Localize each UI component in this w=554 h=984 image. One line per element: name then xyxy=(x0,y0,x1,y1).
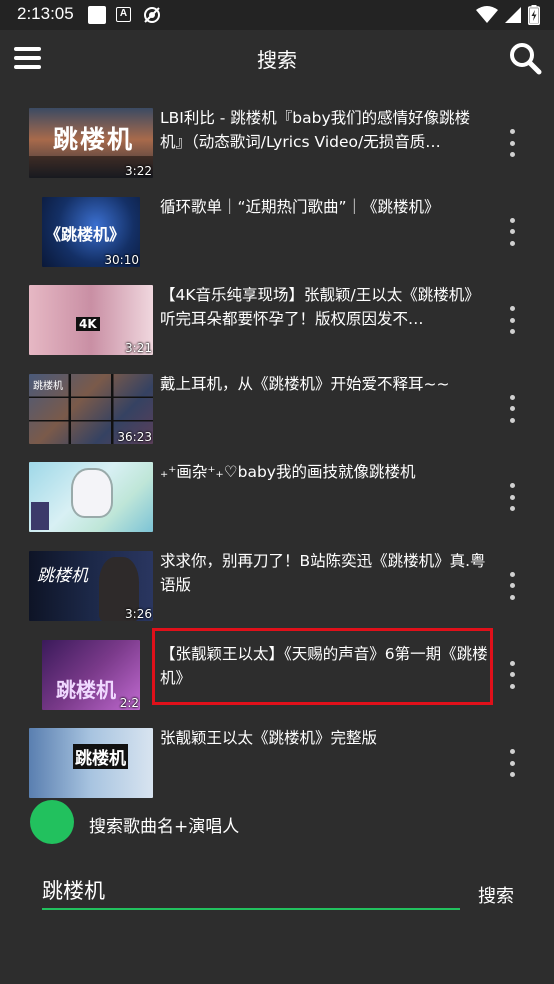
thumbnail-overlay-text: 跳楼机 xyxy=(53,125,135,154)
thumbnail-overlay-text: 跳楼机 xyxy=(73,744,128,770)
duration-label: 36:23 xyxy=(117,429,152,444)
search-button[interactable]: 搜索 xyxy=(478,882,514,908)
result-item[interactable]: 4K 3:21 【4K音乐纯享现场】张靓颖/王以太《跳楼机》听完耳朵都要怀孕了！… xyxy=(0,276,554,365)
more-options-icon[interactable] xyxy=(506,660,518,689)
result-item[interactable]: 《跳楼机》 30:10 循环歌单｜“近期热门歌曲”｜《跳楼机》 xyxy=(0,188,554,277)
search-bar: 搜索 xyxy=(0,866,554,918)
more-options-icon[interactable] xyxy=(506,394,518,423)
search-input[interactable] xyxy=(42,872,460,910)
more-options-icon[interactable] xyxy=(506,129,518,157)
result-title: 求求你，别再刀了！B站陈奕迅《跳楼机》真.粤语版 xyxy=(160,551,486,594)
square-icon xyxy=(88,6,106,24)
result-item[interactable]: 跳楼机 张靓颖王以太《跳楼机》完整版 xyxy=(0,719,554,808)
more-options-icon[interactable] xyxy=(506,306,518,335)
more-options-icon[interactable] xyxy=(506,571,518,600)
result-title: 【4K音乐纯享现场】张靓颖/王以太《跳楼机》听完耳朵都要怀孕了！版权原因发不… xyxy=(160,286,480,329)
video-thumbnail: 跳楼机 xyxy=(29,728,153,799)
menu-icon[interactable] xyxy=(14,45,42,71)
result-list: 跳楼机 3:22 LBI利比 - 跳楼机『baby我们的感情好像跳楼机』（动态歌… xyxy=(0,99,554,808)
duration-label: 2:2 xyxy=(119,695,139,710)
result-title: 【张靓颖王以太】《天赐的声音》6第一期《跳楼机》 xyxy=(160,644,488,687)
video-thumbnail: 4K 3:21 xyxy=(29,285,153,356)
video-thumbnail: 跳楼机 36:23 xyxy=(29,373,153,444)
result-title: LBI利比 - 跳楼机『baby我们的感情好像跳楼机』（动态歌词/Lyrics … xyxy=(160,109,471,151)
more-options-icon[interactable] xyxy=(506,749,518,778)
result-title: 戴上耳机，从《跳楼机》开始爱不释耳~~ xyxy=(160,374,450,393)
thumbnail-overlay-text: 跳楼机 xyxy=(33,380,63,392)
video-thumbnail: 跳楼机 3:26 xyxy=(29,550,153,621)
search-hint: 搜索歌曲名+演唱人 xyxy=(0,800,554,844)
result-item[interactable]: 跳楼机 2:2 【张靓颖王以太】《天赐的声音》6第一期《跳楼机》 xyxy=(0,627,554,720)
video-thumbnail: 《跳楼机》 30:10 xyxy=(42,196,140,267)
cast-off-icon xyxy=(144,7,160,23)
video-thumbnail: 跳楼机 3:22 xyxy=(29,108,153,178)
signal-icon xyxy=(505,7,521,23)
green-circle-icon xyxy=(30,800,74,844)
duration-label: 3:21 xyxy=(125,341,152,356)
status-time: 2:13:05 xyxy=(17,4,74,23)
result-item[interactable]: 跳楼机 3:26 求求你，别再刀了！B站陈奕迅《跳楼机》真.粤语版 xyxy=(0,542,554,631)
video-thumbnail: 跳楼机 2:2 xyxy=(42,639,140,710)
duration-label: 3:26 xyxy=(125,606,152,621)
thumbnail-overlay-text: 《跳楼机》 xyxy=(45,224,126,244)
more-options-icon[interactable] xyxy=(506,483,518,512)
wifi-icon xyxy=(476,6,498,23)
thumbnail-overlay-text: 跳楼机 xyxy=(56,677,116,702)
result-title: 循环歌单｜“近期热门歌曲”｜《跳楼机》 xyxy=(160,197,440,216)
result-item[interactable]: ₊⁺画杂⁺₊♡baby我的画技就像跳楼机 xyxy=(0,453,554,542)
result-item[interactable]: 跳楼机 36:23 戴上耳机，从《跳楼机》开始爱不释耳~~ xyxy=(0,365,554,454)
duration-label: 3:22 xyxy=(125,164,152,178)
result-title: 张靓颖王以太《跳楼机》完整版 xyxy=(160,729,378,748)
more-options-icon[interactable] xyxy=(506,217,518,246)
page-title: 搜索 xyxy=(257,48,297,72)
duration-label: 30:10 xyxy=(104,252,139,267)
app-bar: 搜索 xyxy=(0,30,554,86)
a-notification-icon: A xyxy=(116,7,131,22)
video-thumbnail xyxy=(29,462,153,533)
result-item[interactable]: 跳楼机 3:22 LBI利比 - 跳楼机『baby我们的感情好像跳楼机』（动态歌… xyxy=(0,99,554,188)
search-hint-label: 搜索歌曲名+演唱人 xyxy=(89,817,240,837)
thumbnail-overlay-text: 跳楼机 xyxy=(37,565,88,586)
thumbnail-overlay-text: 4K xyxy=(76,317,100,332)
status-bar: 2:13:05 A xyxy=(0,0,554,30)
search-icon[interactable] xyxy=(508,41,542,75)
battery-charging-icon xyxy=(528,5,540,25)
result-title: ₊⁺画杂⁺₊♡baby我的画技就像跳楼机 xyxy=(160,463,416,482)
